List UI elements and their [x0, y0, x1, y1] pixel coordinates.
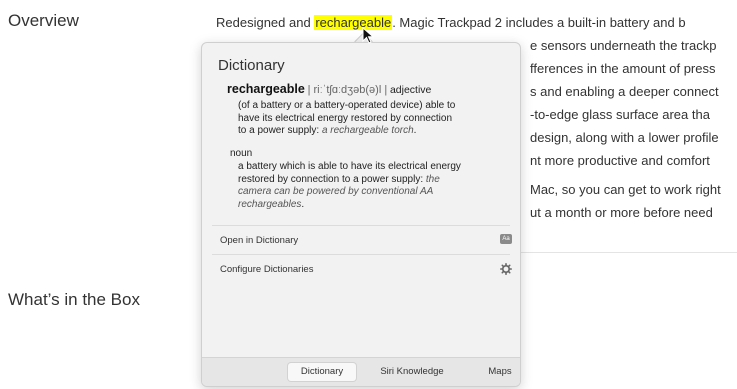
definition-text: restored by connection to a power supply… — [238, 173, 426, 185]
dictionary-app-icon: Aa — [500, 234, 512, 244]
article-line: Mac, so you can get to work right — [530, 182, 721, 197]
open-in-dictionary-row[interactable]: Open in Dictionary Aa — [202, 226, 520, 253]
article-text: . Magic Trackpad 2 includes a built-in b… — [392, 15, 686, 30]
definition-line: camera can be powered by conventional AA — [238, 186, 514, 199]
highlighted-word[interactable]: rechargeable — [314, 15, 393, 30]
article-line: Redesigned and rechargeable. Magic Track… — [216, 15, 686, 30]
article-text: Redesigned and — [216, 15, 315, 30]
configure-dictionaries-label: Configure Dictionaries — [220, 264, 314, 275]
article-line: -to-edge glass surface area tha — [530, 107, 710, 122]
tab-siri-knowledge[interactable]: Siri Knowledge — [368, 363, 456, 381]
part-of-speech-adjective: adjective — [389, 84, 432, 96]
definition-line: to a power supply: a rechargeable torch. — [238, 125, 514, 138]
pronunciation: | riːˈtʃɑːdʒəb(ə)l | — [307, 84, 388, 96]
dictionary-entry-header: rechargeable | riːˈtʃɑːdʒəb(ə)l | adject… — [227, 83, 513, 97]
popover-tab-bar: Dictionary Siri Knowledge Maps — [202, 357, 520, 386]
article-line: nt more productive and comfort — [530, 153, 710, 168]
article-line: s and enabling a deeper connect — [530, 84, 719, 99]
mouse-pointer-icon — [362, 27, 375, 44]
definition-line: a battery which is able to have its elec… — [238, 161, 461, 172]
example-text: rechargeables — [238, 198, 302, 210]
whats-in-box-heading: What’s in the Box — [8, 290, 140, 309]
overview-heading: Overview — [8, 11, 79, 30]
example-text: the — [425, 173, 440, 185]
definition-text: . — [301, 198, 305, 210]
article-line: design, along with a lower profile — [530, 130, 719, 145]
popover-title: Dictionary — [218, 57, 285, 74]
open-in-dictionary-label: Open in Dictionary — [220, 235, 299, 246]
gear-icon — [500, 263, 512, 275]
noun-definition: a battery which is able to have its elec… — [238, 161, 514, 211]
definition-line: (of a battery or a battery-operated devi… — [238, 100, 456, 111]
tab-dictionary[interactable]: Dictionary — [288, 363, 356, 381]
definition-line: have its electrical energy restored by c… — [238, 112, 453, 124]
definition-text: to a power supply: — [238, 125, 322, 136]
definition-line: restored by connection to a power supply… — [238, 174, 514, 187]
configure-dictionaries-row[interactable]: Configure Dictionaries — [202, 255, 520, 282]
article-line: e sensors underneath the trackp — [530, 38, 717, 53]
part-of-speech-noun: noun — [230, 148, 253, 159]
dictionary-popover: Dictionary rechargeable | riːˈtʃɑːdʒəb(ə… — [201, 42, 521, 387]
example-text: camera can be powered by conventional AA — [238, 186, 434, 197]
headword: rechargeable — [227, 82, 305, 96]
adjective-definition: (of a battery or a battery-operated devi… — [238, 100, 514, 138]
article-line: ut a month or more before need — [530, 205, 713, 220]
definition-line: rechargeables. — [238, 199, 514, 212]
definition-text: . — [413, 125, 417, 136]
article-line: fferences in the amount of press — [530, 61, 716, 76]
example-text: a rechargeable torch — [321, 125, 414, 136]
tab-maps[interactable]: Maps — [482, 363, 518, 381]
